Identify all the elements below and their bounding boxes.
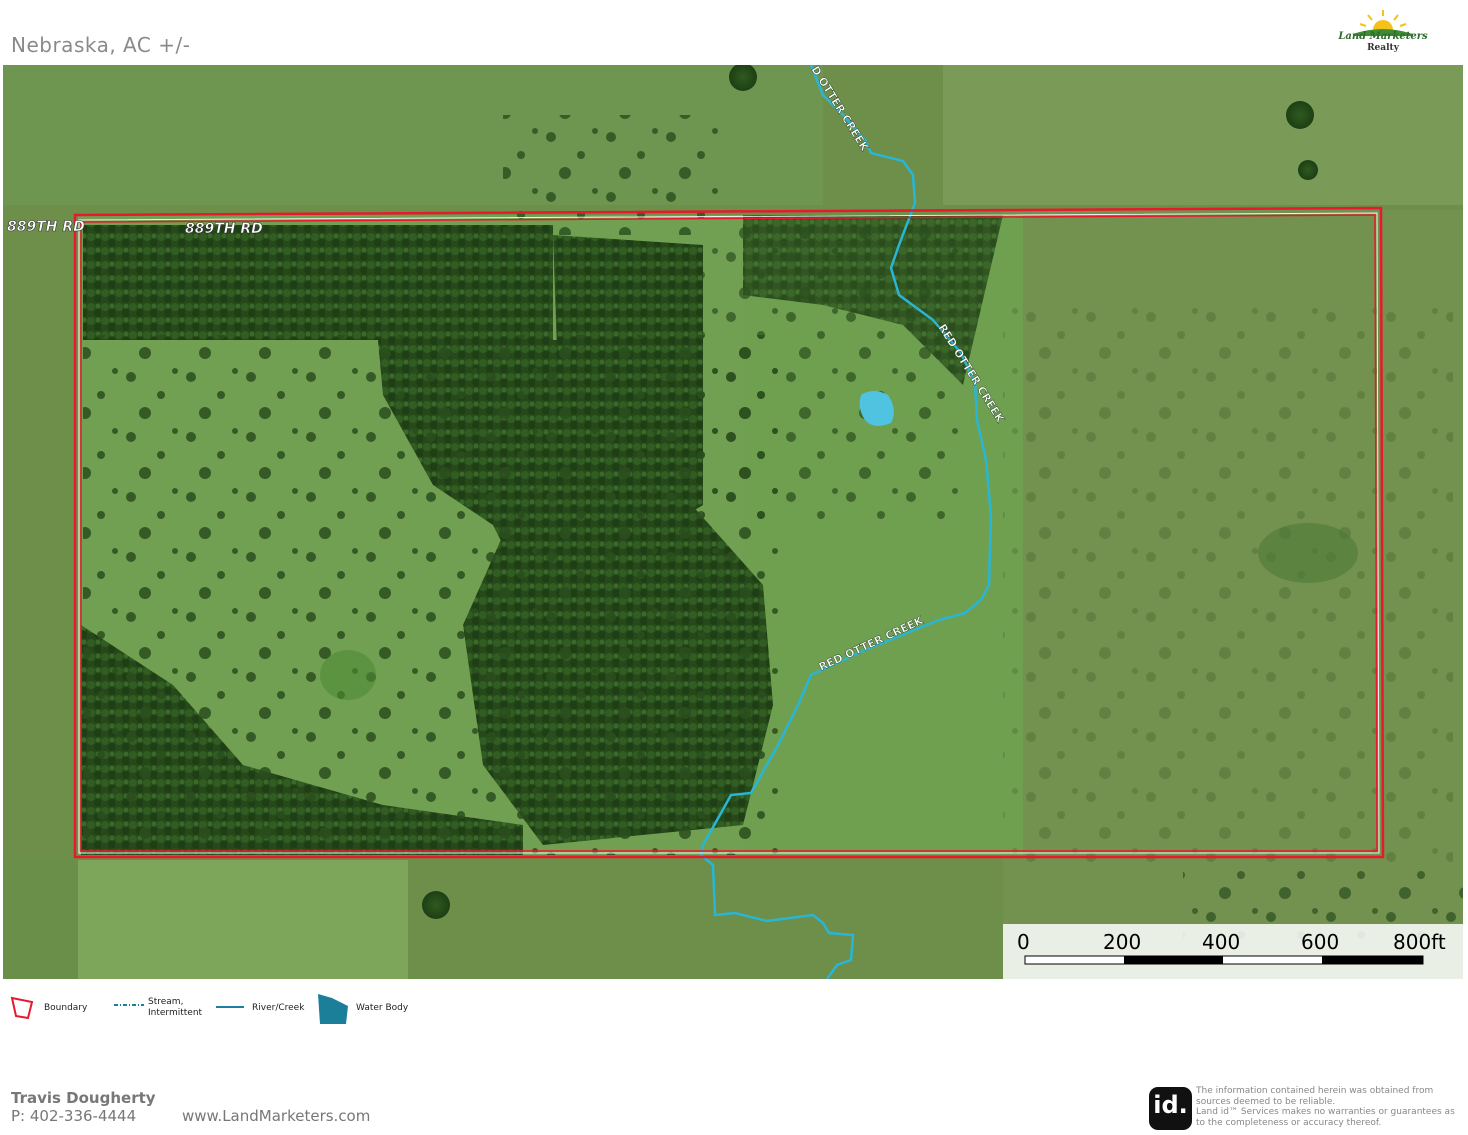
map-legend: Boundary Stream, Intermittent River/Cree… [0, 990, 600, 1030]
boundary-icon [10, 996, 34, 1020]
legend-stream-intermittent: Stream, Intermittent [112, 990, 212, 1030]
legend-boundary: Boundary [8, 990, 118, 1030]
website-link[interactable]: www.LandMarketers.com [182, 1107, 370, 1125]
agent-phone[interactable]: P: 402-336-4444 [11, 1107, 136, 1125]
creek-label: RED OTTER CREEK [817, 614, 926, 674]
legend-river-creek: River/Creek [216, 990, 316, 1030]
scale-ruler [1024, 955, 1424, 965]
legend-label: Stream, Intermittent [148, 997, 203, 1018]
creek-label: RED OTTER CREEK [935, 322, 1006, 426]
creek-label: D OTTER CREEK [808, 65, 871, 154]
river-creek-icon [216, 1006, 244, 1008]
company-logo[interactable]: Land Marketers Realty [1338, 6, 1428, 58]
disclaimer-text: The information contained herein was obt… [1196, 1086, 1455, 1128]
scale-bar: 0 200 400 600 800ft [1003, 924, 1463, 979]
page-title: Nebraska, AC +/- [11, 33, 191, 57]
legend-water-body: Water Body [316, 990, 426, 1030]
aerial-map[interactable]: 889TH RD 889TH RD D OTTER CREEK RED OTTE… [3, 65, 1463, 979]
logo-subtitle: Realty [1367, 43, 1399, 53]
agent-name: Travis Dougherty [11, 1089, 156, 1107]
id-logo-text: id. [1153, 1091, 1188, 1119]
legend-label: River/Creek [252, 1003, 305, 1013]
land-id-logo: id. [1149, 1087, 1192, 1130]
legend-label: Water Body [356, 1003, 409, 1013]
stream-intermittent-icon [114, 1004, 144, 1006]
road-label: 889TH RD [185, 221, 263, 237]
map-labels: 889TH RD 889TH RD D OTTER CREEK RED OTTE… [7, 65, 1007, 674]
water-body-icon [318, 994, 348, 1024]
logo-name: Land Marketers [1338, 31, 1428, 42]
legend-label: Boundary [44, 1003, 88, 1013]
road-label: 889TH RD [7, 219, 85, 235]
